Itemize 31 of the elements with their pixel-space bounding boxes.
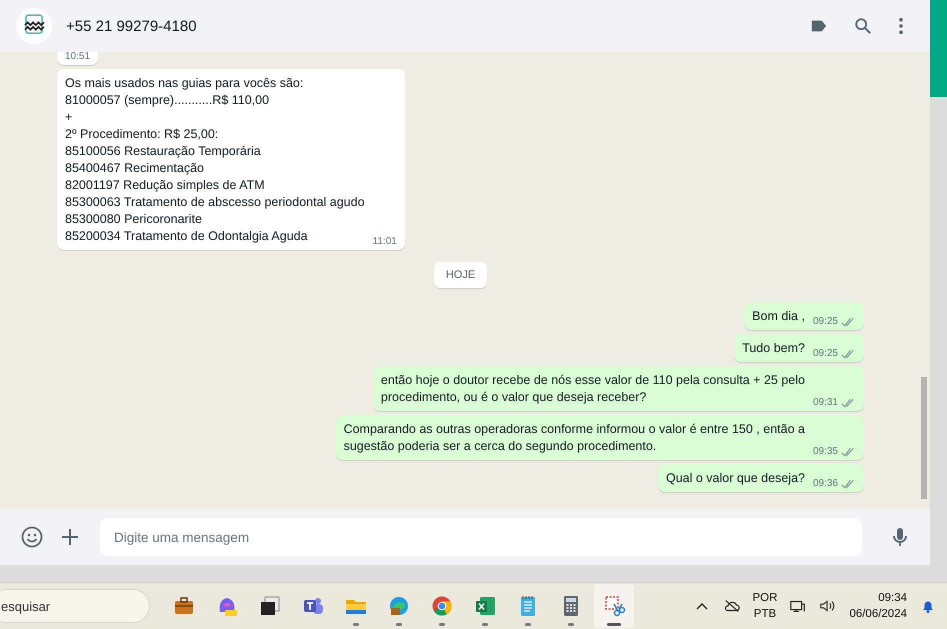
scroll-thumb[interactable] (921, 377, 927, 499)
date-chip: HOJE (434, 262, 488, 288)
clock[interactable]: 09:34 06/06/2024 (849, 590, 907, 622)
taskbar-app-button[interactable] (594, 584, 634, 628)
emoji-icon[interactable] (20, 525, 44, 549)
contact-name: +55 21 99279-4180 (66, 18, 198, 34)
message-time: 09:36 (812, 478, 838, 489)
language-indicator[interactable]: POR PTB (752, 590, 778, 622)
message-text: Tudo bem? (742, 340, 805, 357)
avatar-logo-icon[interactable] (16, 8, 52, 44)
chrome-icon (430, 594, 454, 618)
message-text: então hoje o doutor recebe de nós esse valor de 110 pela consulta + 25 pelo procedimento, ou é o valor que deseja receber? (380, 372, 805, 406)
search-icon[interactable] (854, 17, 872, 35)
menu-icon[interactable] (898, 17, 904, 35)
message-time: 09:25 (812, 316, 838, 327)
message-time: 10:51 (65, 52, 90, 62)
message-text: Os mais usados nas guias para vocês são: 81000057 (sempre)...........R$ 110,00 + 2º Procedimento: R$ 25,00: 85100056 Restauração Temporária 85400467 Recimentação 82001197 Redução simples de ATM 85300063 Tratamento de abscesso periodontal agudo 85300080 Pericoronarite 85200034 Tratamento de Odontalgia Aguda (65, 75, 365, 245)
message-text: Comparando as outras operadoras conforme informou o valor é entre 150 , então a sugestão poderia ser a cerca do segundo procedimento. (344, 421, 805, 455)
excel-icon (473, 594, 497, 618)
message-input[interactable]: Digite uma mensagem (100, 518, 862, 556)
message-time: 09:35 (812, 446, 838, 457)
search-field[interactable]: esquisar (0, 589, 150, 623)
message-time: 09:25 (812, 348, 838, 359)
message-time: 11:01 (372, 236, 397, 247)
message-time: 09:31 (812, 397, 838, 408)
cloud-off-icon[interactable] (722, 598, 741, 614)
message-text: Bom dia , (752, 308, 805, 325)
message-text: Qual o valor que deseja? (666, 470, 805, 487)
network-monitor-icon[interactable] (789, 598, 808, 614)
window-icon (258, 594, 282, 618)
speaker-icon[interactable] (819, 598, 838, 614)
